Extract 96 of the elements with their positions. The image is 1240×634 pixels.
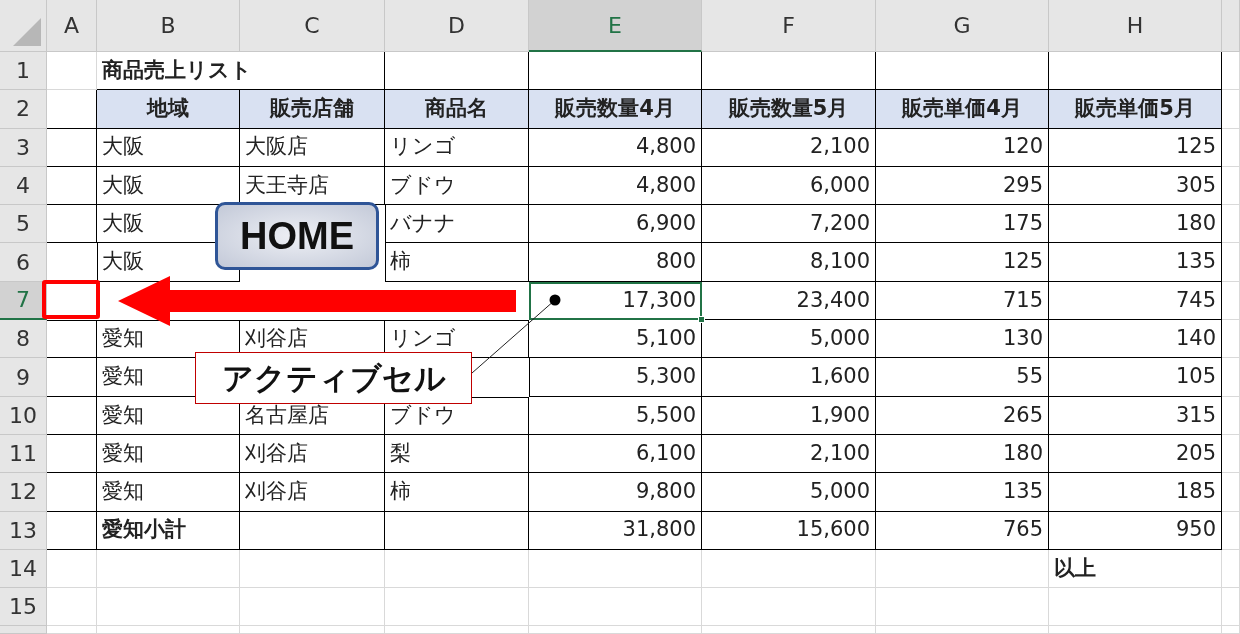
table-cell: 305 — [1049, 166, 1222, 206]
table-cell: 105 — [1049, 358, 1222, 397]
column-heading: 販売単価4月 — [876, 90, 1049, 129]
row-header[interactable]: 5 — [0, 205, 47, 244]
fill-handle[interactable] — [698, 316, 705, 324]
column-heading: 販売単価5月 — [1049, 90, 1222, 129]
table-cell: 梨 — [385, 434, 529, 474]
table-cell: 295 — [876, 166, 1049, 206]
table-cell: 愛知小計 — [97, 511, 240, 550]
table-cell: 180 — [1049, 205, 1222, 244]
table-cell: 800 — [529, 243, 702, 282]
table-cell: 5,300 — [529, 358, 702, 397]
row-header[interactable]: 14 — [0, 549, 47, 589]
column-header[interactable]: B — [97, 0, 240, 52]
column-header[interactable]: E — [529, 0, 702, 52]
table-cell: 950 — [1049, 511, 1222, 550]
table-cell: 175 — [876, 205, 1049, 244]
table-cell: 5,000 — [702, 320, 876, 359]
row-header[interactable]: 11 — [0, 434, 47, 474]
table-cell: バナナ — [385, 205, 529, 244]
table-cell: 15,600 — [702, 511, 876, 550]
table-cell: 6,900 — [529, 205, 702, 244]
table-cell: 愛知 — [97, 434, 240, 474]
column-heading: 販売数量4月 — [529, 90, 702, 129]
table-cell: 4,800 — [529, 128, 702, 167]
column-header[interactable]: H — [1049, 0, 1222, 52]
column-header[interactable]: A — [47, 0, 97, 52]
table-cell: 愛知 — [97, 473, 240, 512]
select-all-icon[interactable] — [13, 16, 41, 47]
table-cell: 765 — [876, 511, 1049, 550]
table-cell: 大阪 — [97, 128, 240, 167]
table-cell: 刈谷店 — [240, 473, 385, 512]
table-cell: 130 — [876, 320, 1049, 359]
column-header[interactable]: G — [876, 0, 1049, 52]
table-cell: 2,100 — [702, 128, 876, 167]
row-header[interactable]: 6 — [0, 243, 47, 282]
column-heading: 販売数量5月 — [702, 90, 876, 129]
table-cell: リンゴ — [385, 128, 529, 167]
table-cell: 23,400 — [702, 281, 876, 321]
row-header[interactable]: 12 — [0, 473, 47, 512]
table-cell: 125 — [876, 243, 1049, 282]
table-cell: 9,800 — [529, 473, 702, 512]
row-header[interactable]: 4 — [0, 166, 47, 206]
table-cell: 125 — [1049, 128, 1222, 167]
table-cell: 6,000 — [702, 166, 876, 206]
column-heading: 地域 — [97, 90, 240, 129]
table-cell: 745 — [1049, 281, 1222, 321]
table-cell: 31,800 — [529, 511, 702, 550]
table-cell: 1,600 — [702, 358, 876, 397]
column-heading: 販売店舗 — [240, 90, 385, 129]
header-background — [0, 626, 47, 634]
table-cell: 4,800 — [529, 166, 702, 206]
table-cell: 185 — [1049, 473, 1222, 512]
table-cell: 5,100 — [529, 320, 702, 359]
table-cell: 柿 — [385, 243, 529, 282]
table-cell: 315 — [1049, 396, 1222, 435]
table-cell: 大阪店 — [240, 128, 385, 167]
table-cell: 120 — [876, 128, 1049, 167]
highlight-box — [42, 280, 100, 319]
table-cell: 55 — [876, 358, 1049, 397]
table-cell: 140 — [1049, 320, 1222, 359]
header-background — [1222, 0, 1240, 52]
table-cell: 8,100 — [702, 243, 876, 282]
row-header[interactable]: 13 — [0, 511, 47, 550]
home-badge: HOME — [215, 202, 379, 270]
table-cell: 205 — [1049, 434, 1222, 474]
table-cell: 5,500 — [529, 396, 702, 435]
empty-cell[interactable] — [240, 511, 385, 550]
row-header[interactable]: 3 — [0, 128, 47, 167]
column-header[interactable]: D — [385, 0, 529, 52]
callout-label: アクティブセル — [195, 352, 472, 404]
table-cell: 715 — [876, 281, 1049, 321]
table-cell: 刈谷店 — [240, 434, 385, 474]
row-header[interactable]: 1 — [0, 52, 47, 91]
table-cell: 180 — [876, 434, 1049, 474]
row-header[interactable]: 2 — [0, 90, 47, 129]
row-header[interactable]: 9 — [0, 358, 47, 397]
column-header[interactable]: F — [702, 0, 876, 52]
column-heading: 商品名 — [385, 90, 529, 129]
table-cell: ブドウ — [385, 166, 529, 206]
row-header[interactable]: 8 — [0, 320, 47, 359]
row-header[interactable]: 10 — [0, 396, 47, 435]
table-cell: 柿 — [385, 473, 529, 512]
table-cell: 2,100 — [702, 434, 876, 474]
table-cell: 265 — [876, 396, 1049, 435]
row-header[interactable]: 15 — [0, 588, 47, 627]
table-cell: 17,300 — [529, 281, 702, 321]
table-cell: 135 — [1049, 243, 1222, 282]
table-cell: 1,900 — [702, 396, 876, 435]
table-cell: 5,000 — [702, 473, 876, 512]
empty-cell[interactable] — [385, 511, 529, 550]
table-cell: 以上 — [1049, 549, 1222, 589]
table-cell: 7,200 — [702, 205, 876, 244]
table-cell: 6,100 — [529, 434, 702, 474]
column-header[interactable]: C — [240, 0, 385, 52]
table-cell: 135 — [876, 473, 1049, 512]
